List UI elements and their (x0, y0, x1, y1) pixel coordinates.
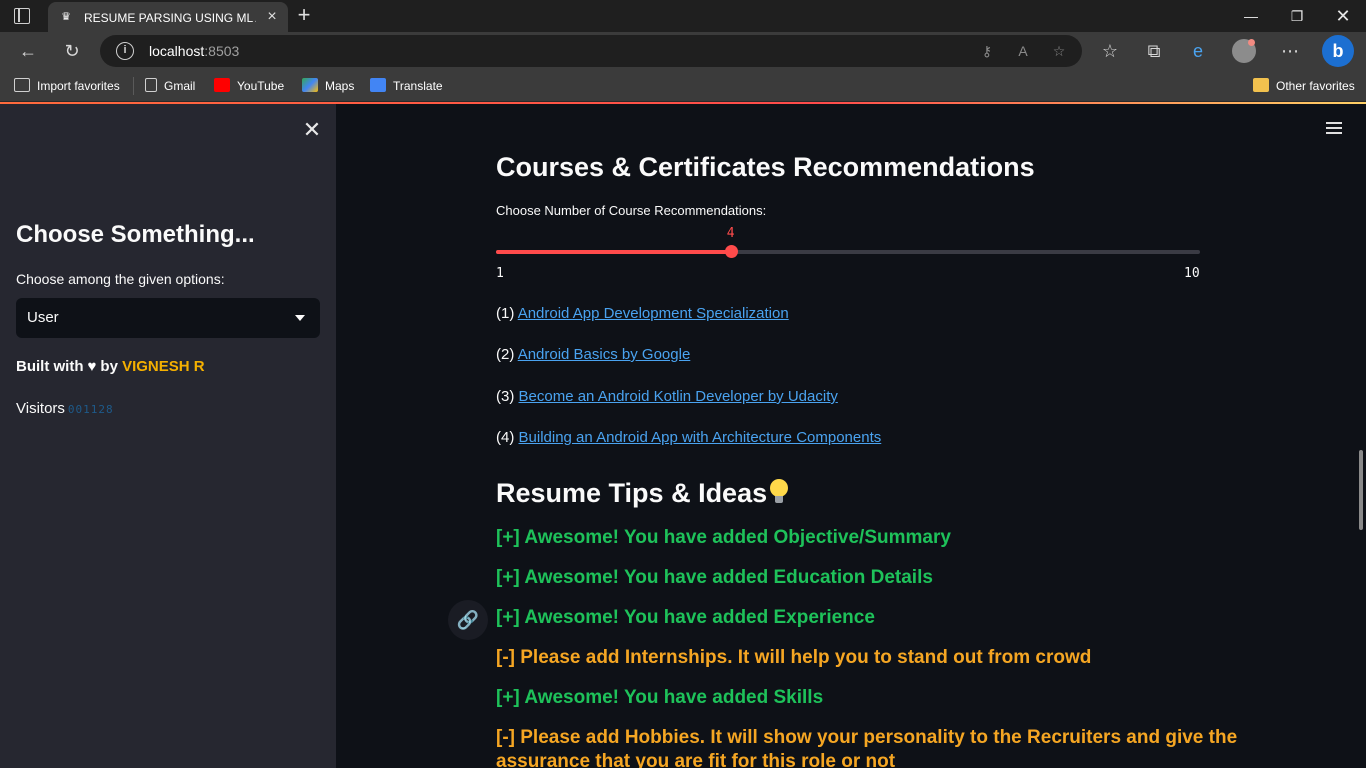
read-aloud-icon[interactable]: A (1012, 40, 1034, 62)
info-icon[interactable]: i (116, 42, 134, 60)
bing-icon[interactable]: b (1322, 35, 1354, 67)
select-value: User (27, 309, 59, 326)
course-link[interactable]: Android Basics by Google (518, 346, 691, 363)
tip-item: [+] Awesome! You have added Objective/Su… (496, 527, 951, 548)
favorite-translate[interactable]: Translate (370, 76, 443, 96)
tip-item: assurance that you are fit for this role… (496, 751, 896, 768)
sidebar: ✕ Choose Something... Choose among the g… (0, 104, 336, 768)
favorites-bar: Import favorites Gmail YouTube Maps Tran… (0, 70, 1366, 102)
heart-icon: ♥ (87, 358, 97, 375)
tab-actions-icon[interactable] (14, 8, 30, 24)
collections-icon[interactable]: ⧉ (1141, 38, 1167, 64)
tip-item: [-] Please add Internships. It will help… (496, 647, 1092, 668)
built-with-credit: Built with ♥ by VIGNESH R (16, 358, 205, 375)
url-text[interactable]: localhost:8503 (149, 42, 239, 60)
slider-thumb[interactable] (724, 245, 738, 258)
page-scrollbar[interactable] (1359, 450, 1363, 530)
lightbulb-icon (769, 479, 789, 505)
restore-icon[interactable]: ❐ (1274, 0, 1320, 32)
favorites-separator (133, 77, 134, 95)
folder-icon (1253, 78, 1269, 92)
favorite-maps[interactable]: Maps (302, 76, 354, 96)
link-icon[interactable]: 🔗 (448, 600, 488, 640)
course-item: (1) Android App Development Specializati… (496, 305, 789, 322)
favorites-icon[interactable]: ☆ (1097, 38, 1123, 64)
profile-notification-dot (1248, 39, 1255, 46)
new-tab-icon[interactable]: + (292, 4, 316, 28)
chevron-down-icon[interactable] (295, 315, 305, 321)
course-link[interactable]: Building an Android App with Architectur… (519, 429, 882, 446)
refresh-icon[interactable]: ↻ (59, 38, 85, 64)
window-close-icon[interactable]: ✕ (1320, 0, 1366, 32)
course-link[interactable]: Become an Android Kotlin Developer by Ud… (519, 388, 838, 405)
course-count-slider[interactable]: 4 (496, 226, 1200, 258)
course-link[interactable]: Android App Development Specialization (518, 305, 789, 322)
favorite-youtube[interactable]: YouTube (214, 76, 284, 96)
translate-icon (370, 78, 386, 92)
page-icon (145, 78, 157, 92)
tab-title: RESUME PARSING USING ML AN (84, 11, 256, 25)
hamburger-menu-icon[interactable] (1326, 122, 1342, 134)
author-link[interactable]: VIGNESH R (122, 358, 205, 375)
tips-heading: Resume Tips & Ideas (496, 476, 789, 510)
slider-max: 10 (1184, 266, 1200, 281)
back-icon[interactable]: ← (15, 38, 41, 64)
sidebar-close-icon[interactable]: ✕ (300, 118, 324, 142)
visitors-counter: Visitors 001128 (16, 400, 114, 417)
favorite-gmail[interactable]: Gmail (145, 76, 195, 96)
tab-close-icon[interactable]: × (262, 7, 282, 27)
user-type-select[interactable]: User (16, 298, 320, 338)
course-item: (2) Android Basics by Google (496, 346, 691, 363)
main-content: Courses & Certificates Recommendations C… (336, 104, 1366, 768)
browser-tab-bar: ♛ RESUME PARSING USING ML AN × + — ❐ ✕ (0, 0, 1366, 32)
add-favorite-icon[interactable]: ☆ (1048, 40, 1070, 62)
slider-value: 4 (726, 226, 735, 241)
tip-item: [+] Awesome! You have added Experience (496, 607, 875, 628)
address-bar[interactable]: i localhost:8503 ⚷ A ☆ (100, 35, 1082, 67)
course-item: (3) Become an Android Kotlin Developer b… (496, 388, 838, 405)
course-item: (4) Building an Android App with Archite… (496, 429, 882, 446)
courses-heading: Courses & Certificates Recommendations (496, 152, 1035, 182)
import-icon (14, 78, 30, 92)
other-favorites[interactable]: Other favorites (1253, 76, 1355, 96)
key-icon[interactable]: ⚷ (976, 40, 998, 62)
slider-min: 1 (496, 266, 504, 281)
youtube-icon (214, 78, 230, 92)
tip-item: [+] Awesome! You have added Education De… (496, 567, 933, 588)
favorite-import[interactable]: Import favorites (14, 76, 120, 96)
edge-icon[interactable]: e (1185, 38, 1211, 64)
active-tab[interactable]: ♛ RESUME PARSING USING ML AN × (48, 2, 288, 32)
more-icon[interactable]: ⋯ (1277, 38, 1303, 64)
slider-label: Choose Number of Course Recommendations: (496, 203, 767, 218)
tip-item: [-] Please add Hobbies. It will show you… (496, 727, 1238, 748)
crown-icon: ♛ (61, 11, 71, 23)
slider-fill (496, 250, 731, 254)
maps-icon (302, 78, 318, 92)
browser-toolbar: ← ↻ i localhost:8503 ⚷ A ☆ ☆ ⧉ e ⋯ b (0, 32, 1366, 70)
select-label: Choose among the given options: (16, 271, 225, 287)
minimize-icon[interactable]: — (1228, 0, 1274, 32)
tip-item: [+] Awesome! You have added Skills (496, 687, 824, 708)
sidebar-title: Choose Something... (16, 221, 255, 248)
visitor-count: 001128 (67, 403, 114, 416)
